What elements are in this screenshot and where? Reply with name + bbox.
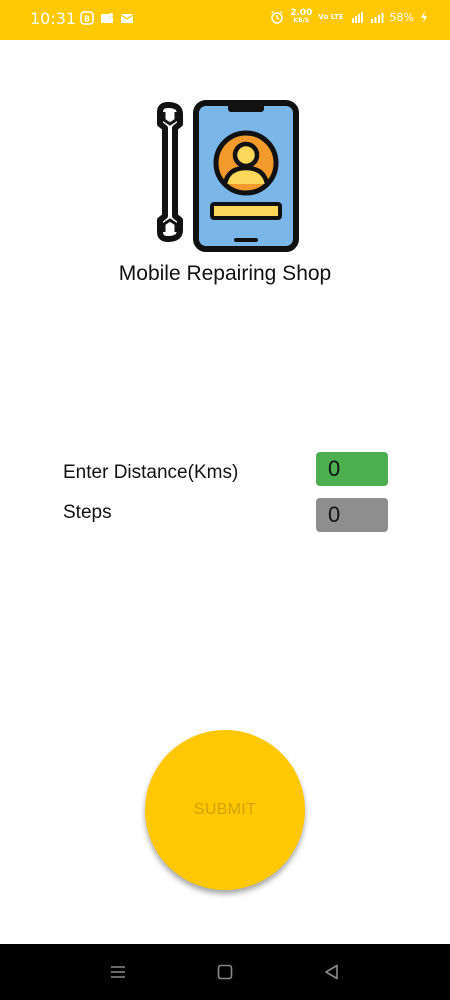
app-title: Mobile Repairing Shop	[118, 262, 332, 285]
distance-label: Enter Distance(Kms)	[63, 462, 239, 483]
battery-percent: 58%	[389, 10, 414, 24]
signal-icon	[370, 13, 384, 23]
volte-indicator: Vo LTE	[318, 12, 344, 21]
outlook-icon	[120, 14, 134, 23]
menu-icon[interactable]	[108, 962, 128, 982]
signal-4g-icon	[351, 12, 363, 23]
home-icon[interactable]	[215, 962, 235, 982]
navigation-bar	[0, 944, 450, 1000]
charging-icon	[421, 11, 427, 23]
submit-button[interactable]: SUBMIT	[145, 730, 305, 890]
teams-icon	[101, 13, 113, 23]
notification-icons: B	[80, 11, 134, 25]
b-app-icon: B	[80, 11, 94, 25]
back-icon[interactable]	[322, 962, 342, 982]
steps-label: Steps	[63, 502, 112, 523]
network-speed-value: 2.00	[290, 8, 313, 18]
distance-input[interactable]: 0	[316, 452, 388, 486]
phone-repair-icon	[157, 100, 299, 252]
steps-value: 0	[316, 498, 388, 532]
status-bar: 10:31 B 2.00 KB/S Vo LTE 58%	[0, 0, 450, 40]
submit-label: SUBMIT	[193, 801, 257, 818]
status-time: 10:31	[30, 9, 77, 28]
svg-text:B: B	[84, 15, 90, 24]
network-speed: 2.00 KB/S	[290, 9, 312, 25]
alarm-icon	[271, 10, 284, 24]
network-speed-unit: KB/S	[293, 17, 310, 24]
system-icons: 2.00 KB/S Vo LTE 58%	[270, 9, 428, 25]
